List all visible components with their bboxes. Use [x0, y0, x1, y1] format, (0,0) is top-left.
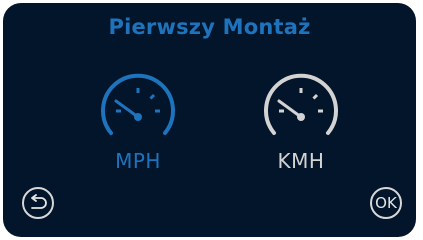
dashcam-screen: Pierwszy Montaż MPH KMH OK	[3, 3, 416, 237]
ok-button[interactable]: OK	[370, 187, 402, 219]
back-arrow-icon	[31, 194, 47, 209]
option-label-mph: MPH	[115, 149, 161, 173]
back-button[interactable]	[22, 187, 54, 219]
speedometer-icon	[101, 73, 175, 135]
speedometer-icon	[264, 73, 338, 135]
screen-title: Pierwszy Montaż	[108, 15, 311, 39]
option-kmh[interactable]: KMH	[255, 71, 347, 181]
option-mph[interactable]: MPH	[92, 71, 184, 181]
option-label-kmh: KMH	[277, 149, 325, 173]
